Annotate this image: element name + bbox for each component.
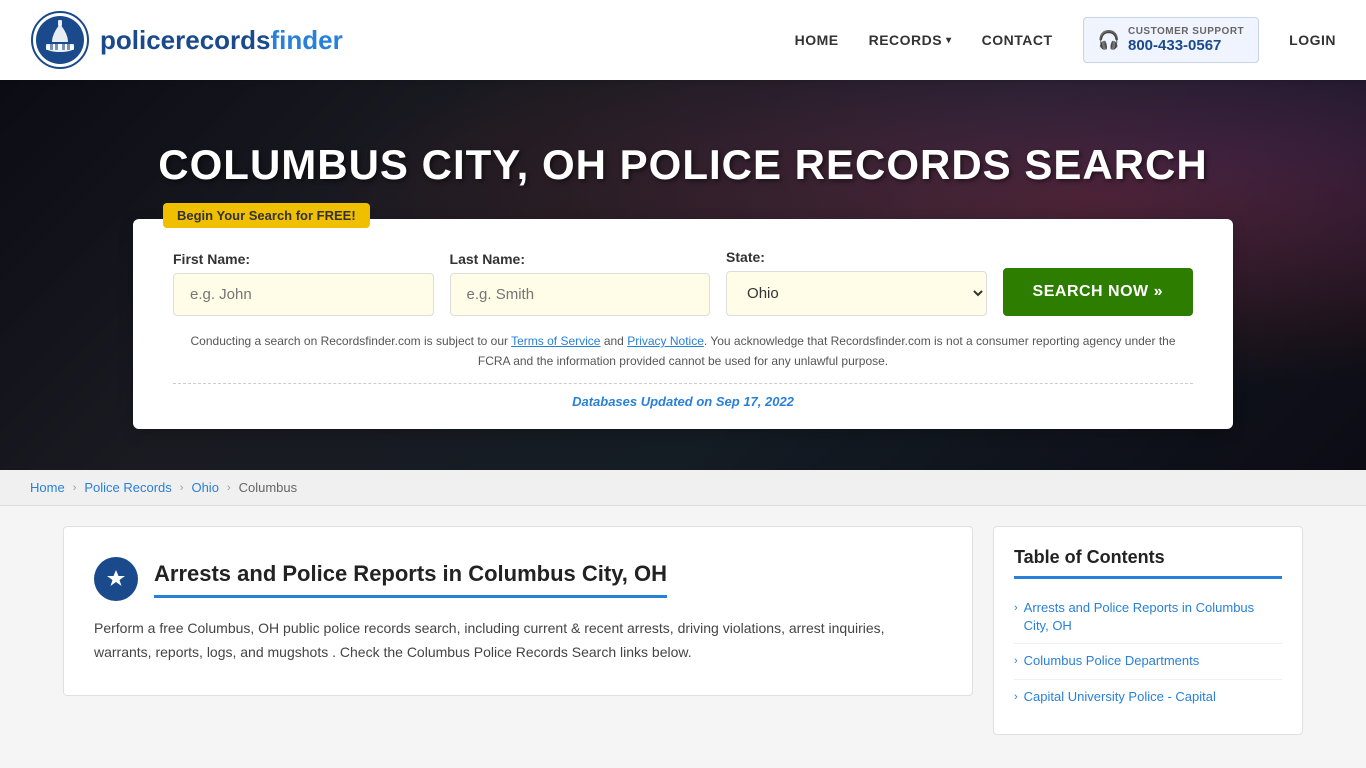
logo-area: policerecordsfinder [30,10,343,70]
last-name-label: Last Name: [450,251,711,267]
db-updated-date: Sep 17, 2022 [716,394,794,409]
state-select[interactable]: Ohio Alabama Alaska Arizona Arkansas Cal… [726,271,987,316]
toc-chevron-3: › [1014,691,1018,703]
breadcrumb-sep-1: › [73,482,77,494]
main-nav: HOME RECORDS ▾ CONTACT 🎧 CUSTOMER SUPPOR… [795,17,1336,63]
headset-icon: 🎧 [1098,30,1120,51]
breadcrumb-home[interactable]: Home [30,480,65,495]
toc-link-3[interactable]: Capital University Police - Capital [1024,688,1216,706]
last-name-input[interactable] [450,273,711,316]
nav-records[interactable]: RECORDS ▾ [869,32,952,48]
first-name-field-group: First Name: [173,251,434,316]
chevron-down-icon: ▾ [946,35,952,46]
toc-item-2[interactable]: › Columbus Police Departments [1014,644,1282,679]
hero-section: COLUMBUS CITY, OH POLICE RECORDS SEARCH … [0,80,1366,470]
db-updated-section: Databases Updated on Sep 17, 2022 [173,383,1193,409]
logo-text: policerecordsfinder [100,25,343,56]
nav-contact[interactable]: CONTACT [982,32,1053,48]
breadcrumb-sep-2: › [180,482,184,494]
privacy-link[interactable]: Privacy Notice [627,334,704,348]
site-header: policerecordsfinder HOME RECORDS ▾ CONTA… [0,0,1366,80]
toc-title: Table of Contents [1014,547,1282,579]
toc-chevron-1: › [1014,602,1018,614]
content-left: Arrests and Police Reports in Columbus C… [63,526,973,696]
hero-title: COLUMBUS CITY, OH POLICE RECORDS SEARCH [158,141,1207,189]
logo-icon [30,10,90,70]
disclaimer-text: Conducting a search on Recordsfinder.com… [173,332,1193,370]
state-label: State: [726,249,987,265]
first-name-input[interactable] [173,273,434,316]
state-field-group: State: Ohio Alabama Alaska Arizona Arkan… [726,249,987,316]
db-updated-text: Databases Updated on Sep 17, 2022 [173,394,1193,409]
toc-item-1[interactable]: › Arrests and Police Reports in Columbus… [1014,591,1282,644]
toc-list: › Arrests and Police Reports in Columbus… [1014,591,1282,714]
terms-link[interactable]: Terms of Service [511,334,600,348]
login-button[interactable]: LOGIN [1289,32,1336,48]
last-name-field-group: Last Name: [450,251,711,316]
police-badge-icon [94,557,138,601]
section-title: Arrests and Police Reports in Columbus C… [154,561,667,598]
section-body: Perform a free Columbus, OH public polic… [94,617,942,665]
customer-support: 🎧 CUSTOMER SUPPORT 800-433-0567 [1083,17,1260,63]
search-button[interactable]: SEARCH NOW » [1003,268,1193,316]
search-container: Begin Your Search for FREE! First Name: … [133,219,1233,428]
breadcrumb: Home › Police Records › Ohio › Columbus [0,470,1366,506]
toc-item-3[interactable]: › Capital University Police - Capital [1014,680,1282,714]
support-number: 800-433-0567 [1128,37,1244,54]
main-content: Arrests and Police Reports in Columbus C… [43,526,1323,735]
breadcrumb-sep-3: › [227,482,231,494]
first-name-label: First Name: [173,251,434,267]
toc-link-2[interactable]: Columbus Police Departments [1024,652,1200,670]
support-label: CUSTOMER SUPPORT [1128,26,1244,37]
breadcrumb-ohio[interactable]: Ohio [191,480,218,495]
section-header: Arrests and Police Reports in Columbus C… [94,557,942,601]
breadcrumb-police-records[interactable]: Police Records [84,480,171,495]
sidebar-right: Table of Contents › Arrests and Police R… [993,526,1303,735]
free-badge: Begin Your Search for FREE! [163,203,370,228]
toc-chevron-2: › [1014,655,1018,667]
toc-link-1[interactable]: Arrests and Police Reports in Columbus C… [1024,599,1282,635]
breadcrumb-current: Columbus [239,480,298,495]
search-fields: First Name: Last Name: State: Ohio Alaba… [173,249,1193,316]
nav-home[interactable]: HOME [795,32,839,48]
